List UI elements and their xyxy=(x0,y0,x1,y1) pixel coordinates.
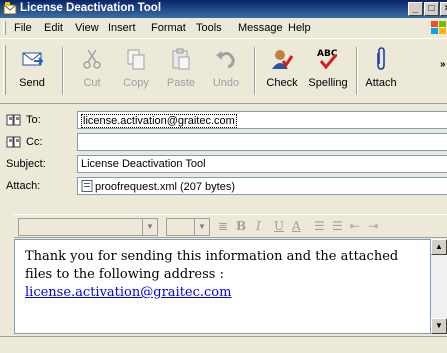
menu-insert[interactable]: Insert xyxy=(108,22,136,34)
check-names-button[interactable]: Check xyxy=(262,43,302,99)
scissors-icon xyxy=(83,49,101,69)
attach-field[interactable]: proofrequest.xml (207 bytes) xyxy=(77,177,447,195)
to-value: license.activation@graitec.com xyxy=(81,114,237,128)
address-book-icon[interactable] xyxy=(6,114,22,126)
send-label: Send xyxy=(19,77,45,89)
menu-message[interactable]: Message xyxy=(238,22,283,34)
maximize-button[interactable]: □ xyxy=(424,2,439,16)
to-label: To: xyxy=(26,114,41,126)
cut-label: Cut xyxy=(83,77,101,89)
undo-button[interactable]: Undo xyxy=(206,43,246,99)
window-title: License Deactivation Tool xyxy=(20,2,162,14)
menu-bar: File Edit View Insert Format Tools Messa… xyxy=(0,18,447,38)
underline-button[interactable]: U xyxy=(274,219,284,233)
increase-indent-icon[interactable]: ⇥ xyxy=(368,219,378,233)
font-size-select[interactable]: ▼ xyxy=(166,218,210,236)
body-scrollbar[interactable]: ▲ ▼ xyxy=(431,239,447,334)
left-margin xyxy=(0,205,14,336)
subject-row: Subject: License Deactivation Tool xyxy=(0,153,447,175)
message-header: To: license.activation@graitec.com Cc: S… xyxy=(0,105,447,205)
undo-icon xyxy=(216,51,235,69)
title-bar: License Deactivation Tool _ □ × xyxy=(0,0,447,18)
to-row: To: license.activation@graitec.com xyxy=(0,109,447,131)
toolbar-overflow-icon[interactable]: » xyxy=(440,59,446,70)
formatting-toolbar: ▼ ▼ ≣ B I U A ☰ ☰ ⇤ ⇥ xyxy=(14,214,447,238)
minimize-button[interactable]: _ xyxy=(408,2,423,16)
scroll-up-icon[interactable]: ▲ xyxy=(431,239,447,255)
attach-button[interactable]: Attach xyxy=(360,43,402,99)
menu-help[interactable]: Help xyxy=(288,22,311,34)
toolbar: Send Cut Copy Paste Undo Check ABC Spell… xyxy=(0,38,447,104)
send-icon xyxy=(22,52,44,66)
spelling-label: Spelling xyxy=(308,77,348,89)
paste-icon xyxy=(172,48,190,70)
address-book-icon[interactable] xyxy=(6,136,22,148)
copy-icon xyxy=(127,49,145,70)
attachment-name[interactable]: proofrequest.xml (207 bytes) xyxy=(95,181,235,193)
send-button[interactable]: Send xyxy=(10,43,54,99)
numbered-list-icon[interactable]: ☰ xyxy=(314,219,325,233)
menu-file[interactable]: File xyxy=(14,22,32,34)
menu-grip xyxy=(3,21,6,35)
windows-logo-icon xyxy=(431,21,446,34)
subject-label: Subject: xyxy=(6,158,46,170)
to-field[interactable]: license.activation@graitec.com xyxy=(77,111,447,129)
status-bar xyxy=(0,336,447,353)
chevron-down-icon: ▼ xyxy=(194,219,209,235)
spelling-button[interactable]: ABC Spelling xyxy=(305,43,351,99)
copy-button[interactable]: Copy xyxy=(116,43,156,99)
scroll-down-icon[interactable]: ▼ xyxy=(431,318,447,334)
chevron-down-icon: ▼ xyxy=(142,219,157,235)
menu-edit[interactable]: Edit xyxy=(44,22,63,34)
menu-view[interactable]: View xyxy=(75,22,99,34)
font-color-button[interactable]: A xyxy=(292,219,301,233)
toolbar-separator xyxy=(62,47,64,95)
attach-row: Attach: proofrequest.xml (207 bytes) xyxy=(0,175,447,197)
cc-label: Cc: xyxy=(26,136,43,148)
paperclip-icon xyxy=(377,47,385,70)
decrease-indent-icon[interactable]: ⇤ xyxy=(350,219,360,233)
check-label: Check xyxy=(266,77,298,89)
cut-button[interactable]: Cut xyxy=(72,43,112,99)
attach-label: Attach: xyxy=(6,180,41,192)
email-link[interactable]: license.activation@graitec.com xyxy=(25,285,231,300)
message-body[interactable]: Thank you for sending this information a… xyxy=(14,239,431,334)
menu-tools[interactable]: Tools xyxy=(196,22,222,34)
paste-button[interactable]: Paste xyxy=(160,43,202,99)
undo-label: Undo xyxy=(212,77,240,89)
italic-button[interactable]: I xyxy=(256,219,261,233)
close-button[interactable]: × xyxy=(440,2,447,16)
bold-button[interactable]: B xyxy=(236,219,246,233)
attach-label: Attach xyxy=(365,77,397,89)
xml-file-icon xyxy=(81,180,93,192)
font-name-select[interactable]: ▼ xyxy=(18,218,158,236)
copy-label: Copy xyxy=(123,77,149,89)
envelope-app-icon xyxy=(3,2,17,15)
bullet-list-icon[interactable]: ☰ xyxy=(332,219,343,233)
toolbar-grip xyxy=(3,45,6,95)
paste-label: Paste xyxy=(166,77,196,89)
check-names-icon xyxy=(272,50,294,69)
menu-format[interactable]: Format xyxy=(151,22,186,34)
toolbar-separator xyxy=(254,47,256,95)
cc-row: Cc: xyxy=(0,131,447,153)
paragraph-style-icon[interactable]: ≣ xyxy=(218,219,228,233)
subject-field[interactable]: License Deactivation Tool xyxy=(77,155,447,173)
spelling-icon: ABC xyxy=(317,49,338,70)
body-text: Thank you for sending this information a… xyxy=(25,249,399,282)
cc-field[interactable] xyxy=(77,133,447,151)
toolbar-separator xyxy=(356,47,358,95)
